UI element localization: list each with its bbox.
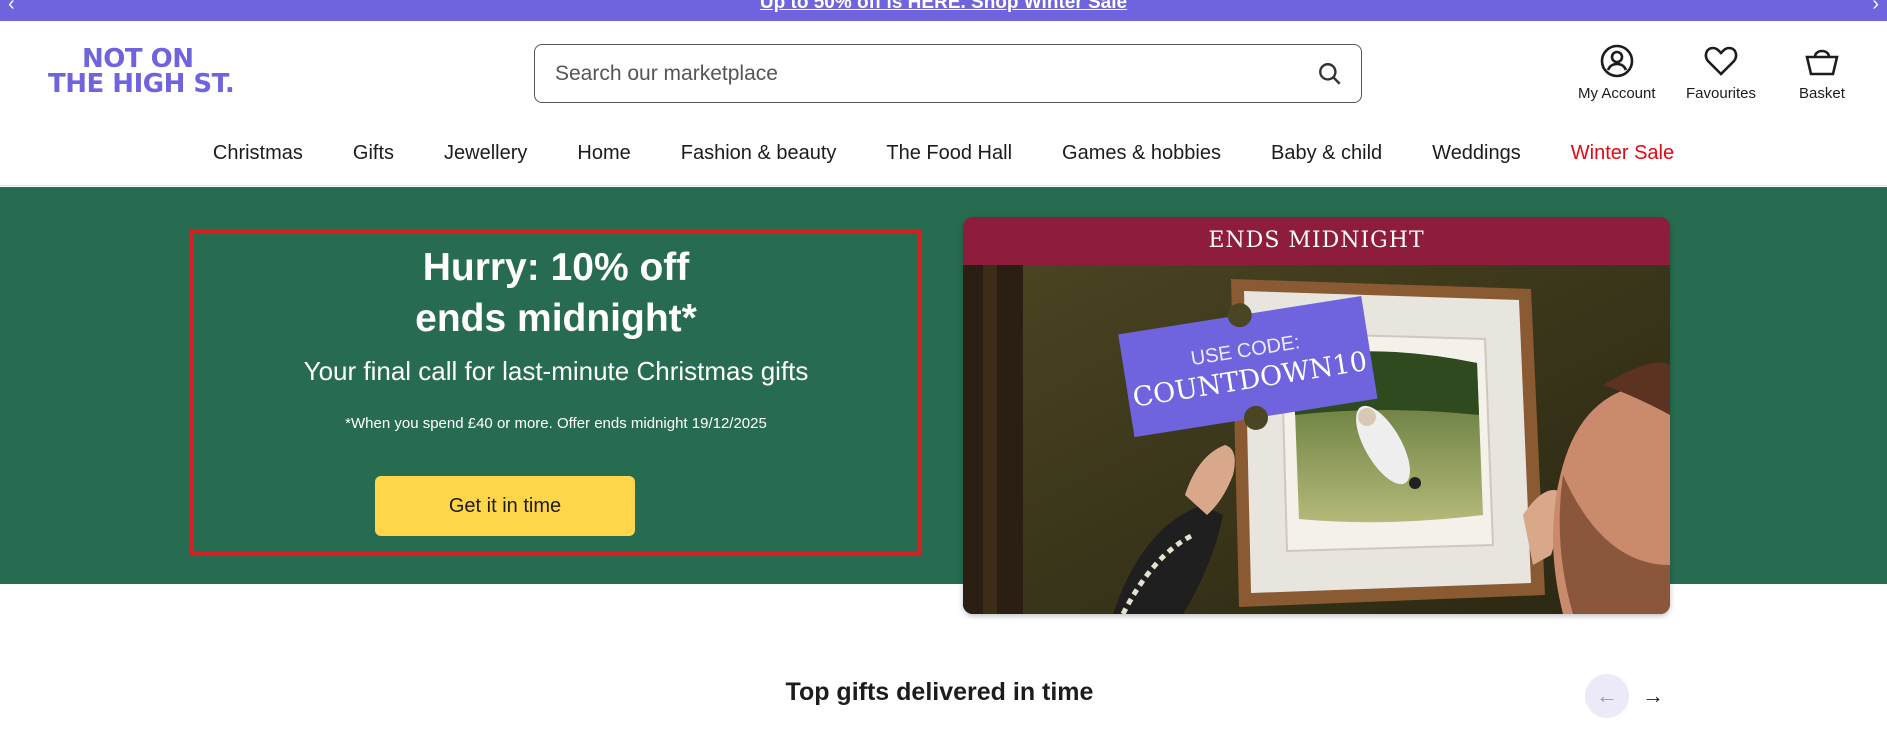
nav-item-games-hobbies[interactable]: Games & hobbies [1037, 138, 1246, 170]
nav-item-home[interactable]: Home [552, 138, 655, 170]
hero-copy: Hurry: 10% off ends midnight* Your final… [190, 230, 922, 556]
nav-item-gifts[interactable]: Gifts [328, 138, 419, 170]
my-account-label: My Account [1578, 85, 1656, 102]
promo-bar: ‹ Up to 50% off is HERE. Shop Winter Sal… [0, 0, 1887, 21]
nav-divider [0, 185, 1887, 186]
account-icon [1600, 44, 1634, 78]
hero-title-line2: ends midnight* [415, 297, 697, 340]
search-input[interactable] [555, 59, 1295, 89]
carousel-next-button[interactable]: → [1631, 674, 1675, 718]
nav-item-food-hall[interactable]: The Food Hall [861, 138, 1037, 170]
site-header: NOT ON THE HIGH ST. My Account Favourite… [0, 21, 1887, 117]
arrow-right-icon: → [1642, 683, 1664, 708]
hero-title-line1: Hurry: 10% off [422, 246, 690, 289]
chevron-right-icon[interactable]: › [1872, 0, 1879, 14]
nav-item-christmas[interactable]: Christmas [188, 138, 328, 170]
logo-line2: THE HIGH ST. [48, 69, 235, 99]
basket-label: Basket [1799, 85, 1845, 102]
promo-link[interactable]: Up to 50% off is HERE. Shop Winter Sale [0, 0, 1887, 14]
hero-title: Hurry: 10% off ends midnight* [194, 242, 918, 344]
arrow-left-icon: ← [1596, 683, 1618, 708]
favourites-button[interactable]: Favourites [1686, 43, 1756, 102]
basket-button[interactable]: Basket [1799, 43, 1845, 102]
hero-subtitle: Your final call for last-minute Christma… [303, 356, 809, 386]
favourites-label: Favourites [1686, 85, 1757, 102]
get-it-in-time-button[interactable]: Get it in time [375, 476, 635, 536]
hero-fine-print: *When you spend £40 or more. Offer ends … [345, 415, 767, 432]
nav-item-fashion-beauty[interactable]: Fashion & beauty [656, 138, 862, 170]
promo-photo: USE CODE: COUNTDOWN10 [963, 265, 1670, 614]
main-nav: Christmas Gifts Jewellery Home Fashion &… [0, 138, 1887, 170]
search-icon[interactable] [1317, 61, 1343, 87]
basket-icon [1805, 49, 1839, 76]
nav-item-weddings[interactable]: Weddings [1407, 138, 1546, 170]
logo[interactable]: NOT ON THE HIGH ST. [48, 46, 248, 101]
heart-icon [1704, 46, 1738, 76]
card-banner: ENDS MIDNIGHT [963, 217, 1670, 265]
nav-item-baby-child[interactable]: Baby & child [1246, 138, 1407, 170]
nav-item-winter-sale[interactable]: Winter Sale [1546, 138, 1699, 170]
my-account-button[interactable]: My Account [1578, 43, 1656, 102]
promo-card[interactable]: ENDS MIDNIGHT USE CODE: COUNTDOWN10 [963, 217, 1670, 614]
nav-item-jewellery[interactable]: Jewellery [419, 138, 552, 170]
carousel-prev-button[interactable]: ← [1585, 674, 1629, 718]
search-box [534, 44, 1362, 103]
